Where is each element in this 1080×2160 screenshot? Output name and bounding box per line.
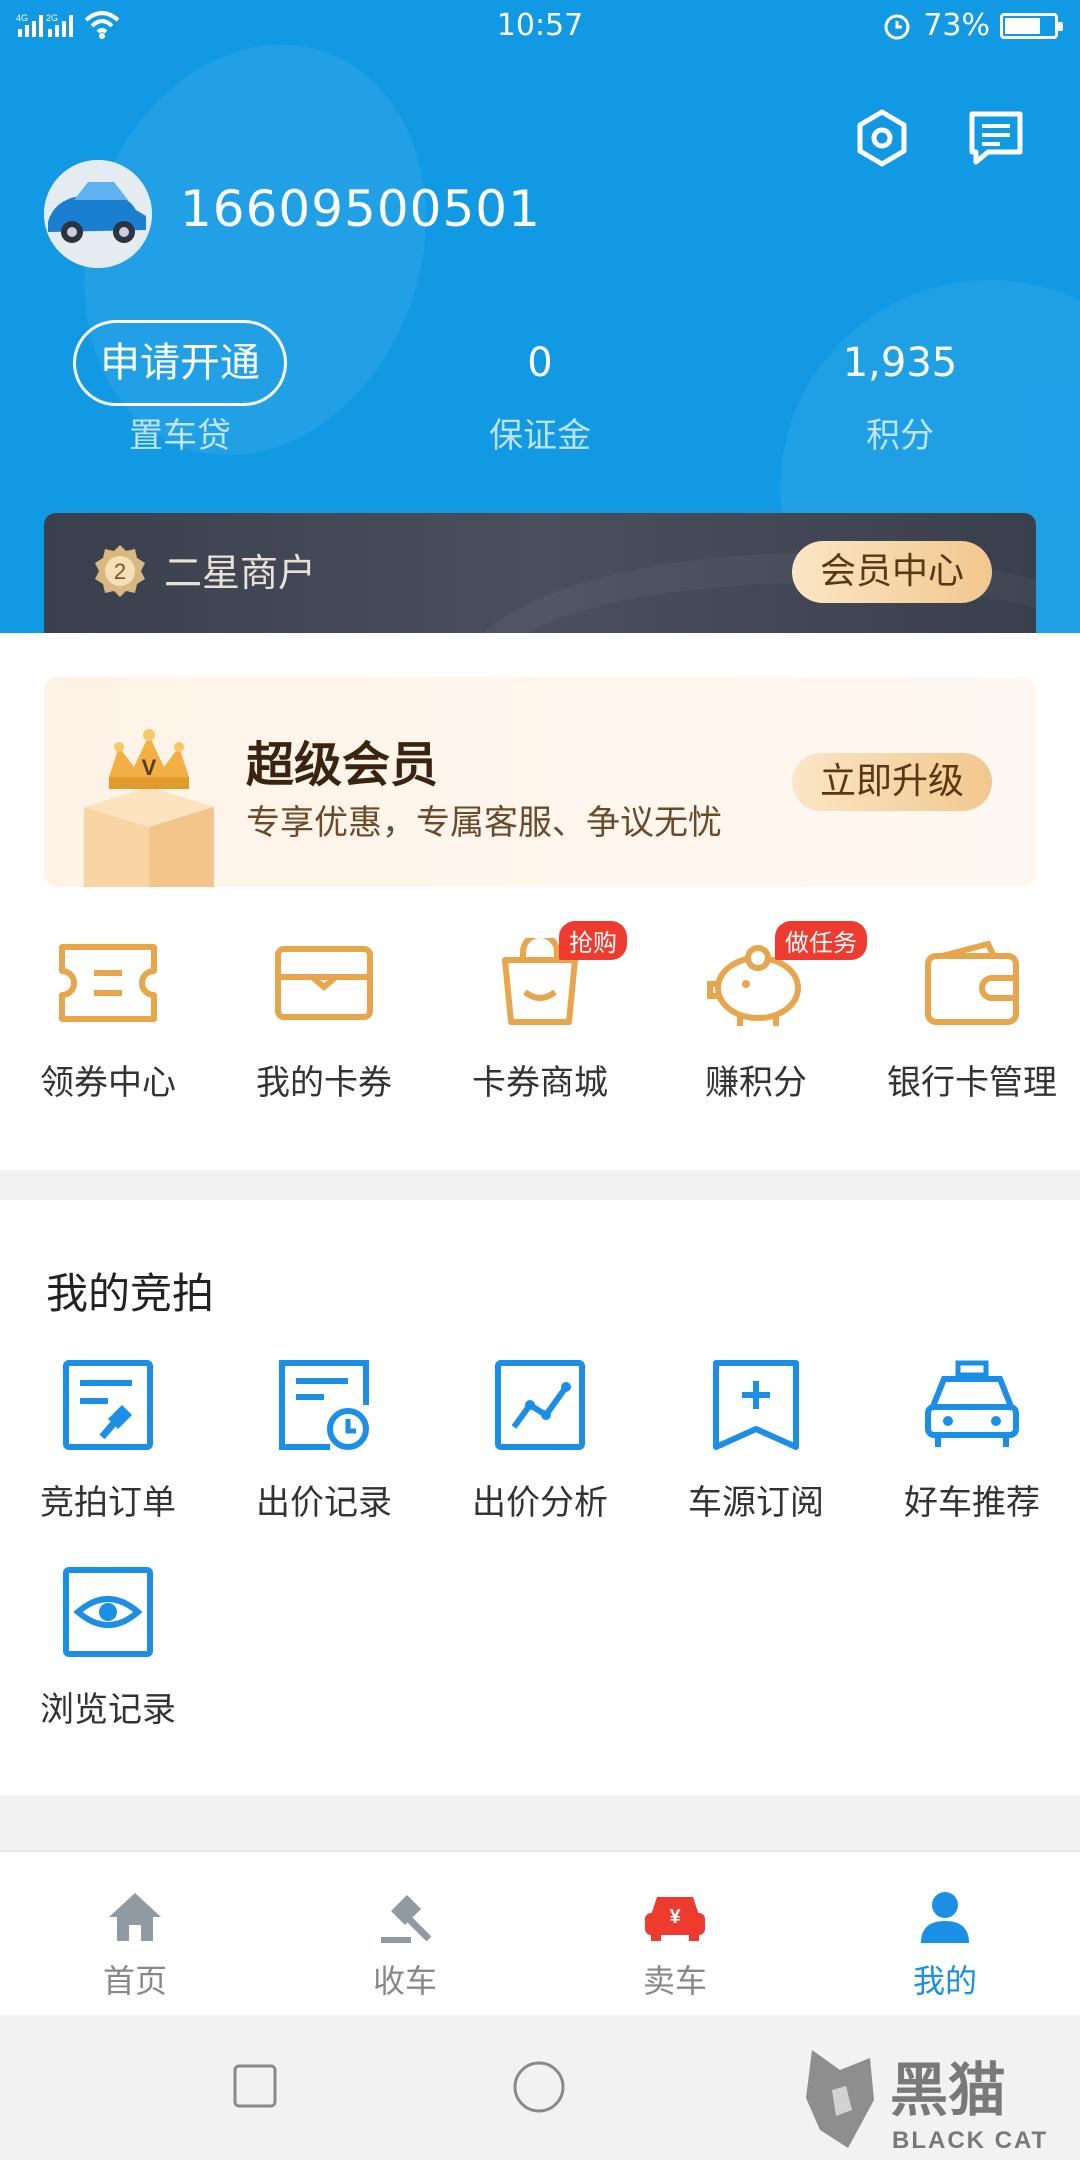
- deposit-value: 0: [527, 340, 553, 386]
- auction-item-label: 浏览记录: [40, 1690, 176, 1730]
- tab-sell-car[interactable]: ¥ 卖车: [540, 1852, 810, 2017]
- alarm-icon: [884, 14, 910, 39]
- source-subscription[interactable]: 车源订阅: [648, 1355, 864, 1524]
- status-bar: 4G 2G 10:57 73%: [0, 0, 1080, 56]
- super-member-subtitle: 专享优惠，专属客服、争议无忧: [246, 803, 722, 843]
- quick-link-label: 银行卡管理: [887, 1063, 1057, 1103]
- member-center-button[interactable]: 会员中心: [791, 541, 992, 603]
- bid-analysis[interactable]: 出价分析: [432, 1355, 648, 1524]
- points-value: 1,935: [842, 340, 958, 386]
- svg-text:2: 2: [114, 559, 126, 584]
- my-auction-panel: 我的竞拍 竞拍订单 出价记录 出价分析 车源订阅 好车推荐 浏览记录: [0, 1200, 1080, 1795]
- auction-orders[interactable]: 竞拍订单: [0, 1355, 216, 1524]
- tab-label: 收车: [372, 1962, 437, 2000]
- quick-link-label: 我的卡券: [256, 1063, 392, 1103]
- bid-records[interactable]: 出价记录: [216, 1355, 432, 1524]
- star-level-badge-icon: 2: [95, 545, 145, 597]
- car-recommend-icon: [925, 1360, 1019, 1447]
- eye-icon: [63, 1567, 153, 1657]
- upgrade-button[interactable]: 立即升级: [791, 753, 992, 811]
- settings-icon: [857, 109, 907, 167]
- tab-buy-car[interactable]: 收车: [270, 1852, 540, 2017]
- quick-link-earn-points[interactable]: 做任务 赚积分: [648, 921, 867, 1104]
- benefits-panel: V 超级会员 专享优惠，专属客服、争议无忧 立即升级 领券中心 我的卡券 抢购 …: [0, 633, 1080, 1170]
- auction-order-icon: [63, 1360, 153, 1450]
- quick-link-coupon-center[interactable]: 领券中心: [0, 933, 216, 1104]
- deposit-stat[interactable]: 0 保证金: [360, 318, 720, 457]
- loan-stat: 申请开通 置车贷: [0, 318, 360, 457]
- profile-header: 4G 2G 10:57 73% 16609500501 申请开通 置车贷 0 保…: [0, 0, 1080, 633]
- svg-text:BLACK CAT: BLACK CAT: [892, 2127, 1048, 2154]
- auction-item-label: 车源订阅: [688, 1483, 824, 1523]
- sell-car-icon: ¥: [645, 1897, 705, 1941]
- crown-gift-icon: V: [84, 729, 214, 887]
- quick-link-bank-cards[interactable]: 银行卡管理: [864, 933, 1080, 1104]
- bid-record-icon: [279, 1360, 369, 1450]
- deposit-label: 保证金: [489, 416, 591, 456]
- subscribe-icon: [713, 1360, 799, 1450]
- svg-text:V: V: [142, 755, 157, 780]
- svg-text:¥: ¥: [669, 1906, 681, 1928]
- gavel-icon: [381, 1895, 432, 1943]
- tab-label: 卖车: [642, 1962, 707, 2000]
- points-stat[interactable]: 1,935 积分: [720, 318, 1080, 457]
- recent-apps-button[interactable]: [232, 2063, 278, 2109]
- bottom-tab-bar: 首页 收车 ¥ 卖车 我的: [0, 1850, 1080, 2015]
- quick-links: 领券中心 我的卡券 抢购 卡券商城 做任务 赚积分 银行卡管理: [0, 921, 1080, 1133]
- message-button[interactable]: [964, 106, 1028, 170]
- avatar[interactable]: [44, 160, 152, 268]
- section-title: 我的竞拍: [46, 1269, 215, 1318]
- tab-home[interactable]: 首页: [0, 1852, 270, 2017]
- black-cat-logo-icon: 黑猫 BLACK CAT: [806, 2050, 1048, 2154]
- header-actions: [850, 106, 1028, 170]
- car-avatar-icon: [44, 160, 152, 268]
- status-right: 73%: [881, 8, 1063, 43]
- message-icon: [969, 111, 1023, 165]
- member-level-bar: 2 二星商户 会员中心: [44, 513, 1036, 633]
- browse-history[interactable]: 浏览记录: [0, 1562, 216, 1731]
- card-icon: [275, 946, 373, 1020]
- battery-icon: [1000, 12, 1063, 39]
- auction-item-label: 出价分析: [472, 1483, 608, 1523]
- settings-button[interactable]: [850, 106, 914, 170]
- quick-link-label: 赚积分: [705, 1063, 807, 1103]
- quick-link-my-cards[interactable]: 我的卡券: [216, 933, 432, 1104]
- auction-item-label: 好车推荐: [904, 1483, 1040, 1523]
- car-recommend[interactable]: 好车推荐: [864, 1355, 1080, 1524]
- bid-analysis-icon: [495, 1360, 585, 1450]
- member-level-text: 二星商户: [164, 551, 317, 595]
- auction-item-label: 竞拍订单: [40, 1483, 176, 1523]
- account-stats: 申请开通 置车贷 0 保证金 1,935 积分: [0, 318, 1080, 458]
- auction-item-label: 出价记录: [256, 1483, 392, 1523]
- tab-label: 首页: [102, 1962, 167, 2000]
- tab-mine[interactable]: 我的: [810, 1852, 1080, 2017]
- wallet-icon: [925, 940, 1019, 1025]
- super-member-title: 超级会员: [246, 737, 439, 793]
- quick-link-label: 领券中心: [40, 1063, 176, 1103]
- profile-icon: [921, 1892, 969, 1943]
- points-label: 积分: [866, 416, 934, 456]
- svg-text:黑猫: 黑猫: [890, 2056, 1006, 2124]
- home-icon: [109, 1893, 161, 1941]
- tab-label: 我的: [912, 1962, 977, 2000]
- loan-label: 置车贷: [129, 416, 231, 456]
- home-nav-button[interactable]: [512, 2060, 566, 2114]
- black-cat-watermark: 黑猫 BLACK CAT: [800, 2040, 1080, 2160]
- battery-percent: 73%: [923, 8, 990, 43]
- flash-sale-tag: 抢购: [559, 921, 627, 960]
- super-member-banner[interactable]: V 超级会员 专享优惠，专属客服、争议无忧 立即升级: [44, 677, 1036, 887]
- quick-link-card-mall[interactable]: 抢购 卡券商城: [432, 921, 648, 1104]
- task-tag: 做任务: [775, 921, 867, 960]
- ticket-icon: [59, 944, 157, 1022]
- apply-loan-button[interactable]: 申请开通: [73, 320, 287, 406]
- user-phone: 16609500501: [180, 180, 541, 238]
- quick-link-label: 卡券商城: [472, 1063, 608, 1103]
